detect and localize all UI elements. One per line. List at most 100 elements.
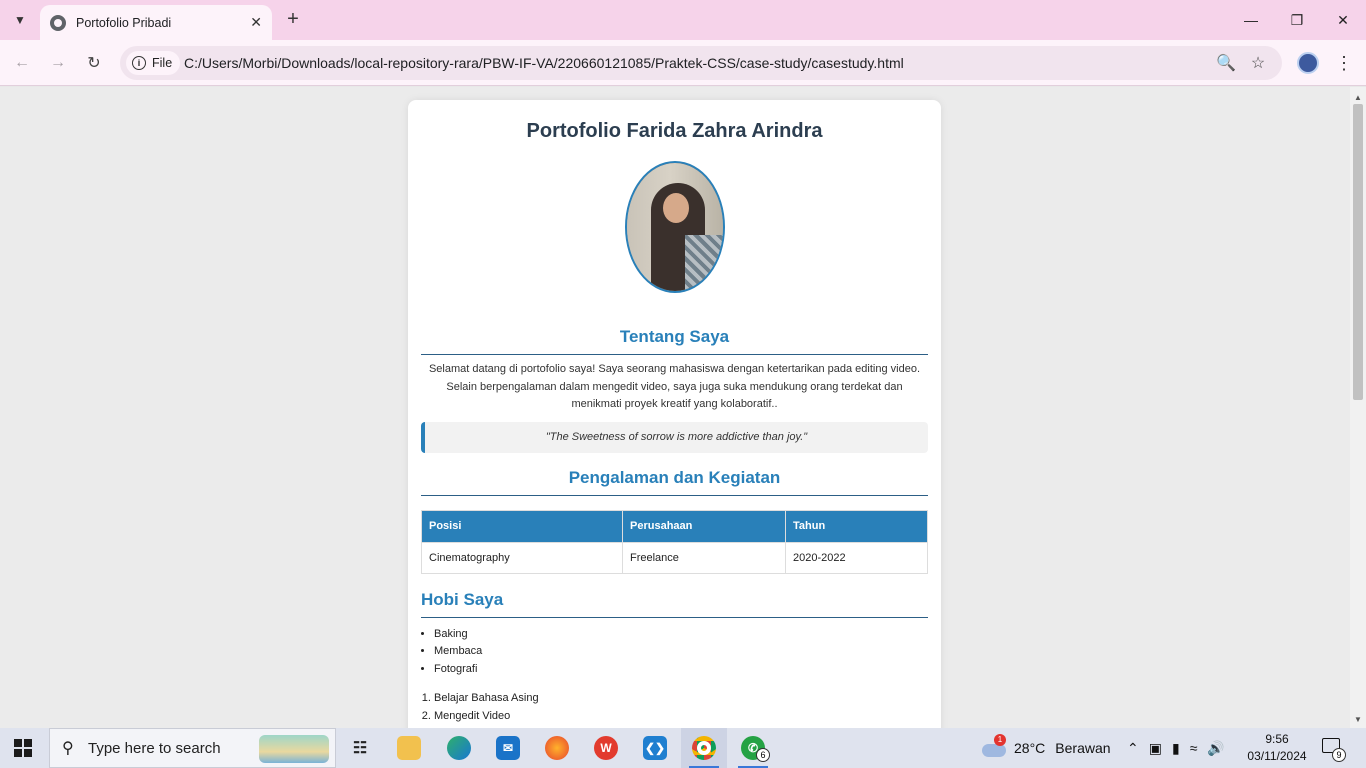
notification-button[interactable]: 9: [1322, 738, 1346, 762]
portfolio-card: Portofolio Farida Zahra Arindra Tentang …: [408, 100, 941, 728]
arrow-left-icon: ←: [14, 54, 30, 71]
info-icon: i: [132, 56, 146, 70]
arrow-right-icon: →: [50, 54, 66, 71]
table-header-row: Posisi Perusahaan Tahun: [421, 509, 928, 543]
meet-now-icon[interactable]: ▣: [1149, 740, 1162, 757]
edge-app[interactable]: [436, 728, 482, 768]
address-bar[interactable]: i File C:/Users/Morbi/Downloads/local-re…: [120, 46, 1282, 80]
restore-button[interactable]: ❐: [1274, 0, 1320, 40]
taskbar-search[interactable]: ⚲ Type here to search: [49, 728, 336, 768]
forward-button[interactable]: →: [45, 50, 71, 76]
edge-icon: [447, 736, 471, 760]
clock-time: 9:56: [1265, 732, 1289, 746]
reload-button[interactable]: ↻: [81, 50, 107, 76]
windows-taskbar: ⚲ Type here to search ☷ ✉ W ❮❯ ✆ 6 1 28°…: [0, 728, 1366, 768]
star-icon[interactable]: ☆: [1248, 53, 1268, 73]
tab-title: Portofolio Pribadi: [76, 15, 172, 30]
whatsapp-app[interactable]: ✆ 6: [730, 728, 776, 768]
tab-strip: ▼ Portofolio Pribadi ✕ + — ❐ ✕: [0, 0, 1366, 40]
vscode-icon: ❮❯: [643, 736, 667, 760]
about-text: Selamat datang di portofolio saya! Saya …: [428, 363, 921, 410]
system-tray: ⌃ ▣ ▮ ≈ 🔊: [1127, 728, 1225, 768]
taskbar-clock[interactable]: 9:56 03/11/2024: [1244, 731, 1310, 765]
wifi-icon[interactable]: ≈: [1190, 740, 1198, 756]
browser-tab[interactable]: Portofolio Pribadi ✕: [40, 5, 272, 40]
scrollbar-thumb[interactable]: [1353, 104, 1363, 400]
minimize-button[interactable]: —: [1228, 0, 1274, 40]
cell-tahun: 2020-2022: [785, 541, 928, 574]
list-item: Fotografi: [434, 661, 928, 679]
firefox-icon: [545, 736, 569, 760]
windows-start-icon[interactable]: [14, 739, 32, 757]
folder-icon: [397, 736, 421, 760]
search-highlight-image: [259, 735, 329, 763]
vertical-scrollbar[interactable]: ▲ ▼: [1350, 87, 1366, 728]
list-item: Mengedit Video: [434, 708, 928, 726]
task-view-icon: ☷: [352, 740, 368, 757]
quote-block: "The Sweetness of sorrow is more addicti…: [421, 421, 928, 453]
firefox-app[interactable]: [534, 728, 580, 768]
chrome-icon: [692, 736, 716, 760]
table-row: Cinematography Freelance 2020-2022: [421, 541, 928, 574]
list-item: Baking: [434, 626, 928, 644]
new-tab-button[interactable]: +: [282, 8, 304, 30]
menu-icon[interactable]: ⋮: [1334, 50, 1354, 76]
whatsapp-badge: 6: [756, 748, 770, 762]
column-header-tahun: Tahun: [785, 509, 928, 543]
site-info-label: File: [152, 56, 173, 70]
cell-posisi: Cinematography: [421, 541, 623, 574]
volume-icon[interactable]: 🔊: [1207, 740, 1224, 757]
back-button[interactable]: ←: [9, 50, 35, 76]
column-header-perusahaan: Perusahaan: [622, 509, 786, 543]
weather-label: Berawan: [1055, 740, 1111, 756]
zoom-icon[interactable]: 🔍: [1216, 53, 1236, 73]
wps-icon: W: [594, 736, 618, 760]
window-close-button[interactable]: ✕: [1320, 0, 1366, 40]
hobby-ordered-list: Belajar Bahasa Asing Mengedit Video: [434, 690, 928, 725]
close-icon: ✕: [1337, 11, 1349, 28]
search-icon: ⚲: [62, 740, 74, 757]
clock-date: 03/11/2024: [1247, 749, 1307, 763]
vscode-app[interactable]: ❮❯: [632, 728, 678, 768]
wps-office-app[interactable]: W: [583, 728, 629, 768]
chrome-app[interactable]: [681, 728, 727, 768]
hobby-list: Baking Membaca Fotografi: [434, 626, 928, 679]
page-viewport: Portofolio Farida Zahra Arindra Tentang …: [0, 87, 1366, 728]
close-icon[interactable]: ✕: [250, 14, 262, 31]
minimize-icon: —: [1244, 12, 1258, 28]
scroll-down-icon[interactable]: ▼: [1354, 715, 1362, 724]
list-item: Belajar Bahasa Asing: [434, 690, 928, 708]
chevron-down-icon: ▼: [14, 13, 26, 27]
search-placeholder: Type here to search: [88, 739, 221, 757]
mail-icon: ✉: [496, 736, 520, 760]
globe-icon: [50, 14, 66, 31]
tab-search-button[interactable]: ▼: [6, 6, 34, 34]
about-heading: Tentang Saya: [421, 327, 928, 355]
profile-avatar[interactable]: [1297, 52, 1319, 74]
notification-count: 9: [1332, 748, 1346, 762]
experience-table: Posisi Perusahaan Tahun Cinematography F…: [421, 509, 928, 574]
battery-icon[interactable]: ▮: [1172, 740, 1180, 757]
reload-icon: ↻: [87, 55, 101, 72]
cell-perusahaan: Freelance: [622, 541, 786, 574]
restore-icon: ❐: [1290, 11, 1304, 28]
scroll-up-icon[interactable]: ▲: [1354, 93, 1362, 102]
quote-text: "The Sweetness of sorrow is more addicti…: [545, 431, 808, 443]
chevron-up-icon[interactable]: ⌃: [1127, 740, 1139, 757]
hobbies-heading: Hobi Saya: [421, 590, 928, 618]
weather-badge: 1: [994, 734, 1006, 746]
weather-widget[interactable]: 1 28°C Berawan: [982, 728, 1111, 768]
site-info-chip[interactable]: i File: [126, 51, 181, 75]
page-title: Portofolio Farida Zahra Arindra: [526, 120, 823, 142]
url-text[interactable]: C:/Users/Morbi/Downloads/local-repositor…: [184, 55, 904, 71]
file-explorer-app[interactable]: [386, 728, 432, 768]
mail-app[interactable]: ✉: [485, 728, 531, 768]
task-view-button[interactable]: ☷: [337, 728, 383, 768]
temperature: 28°C: [1014, 740, 1046, 756]
list-item: Membaca: [434, 643, 928, 661]
profile-photo: [624, 161, 725, 293]
column-header-posisi: Posisi: [421, 509, 623, 543]
cloud-icon: 1: [982, 734, 1008, 758]
experience-heading: Pengalaman dan Kegiatan: [421, 468, 928, 496]
browser-toolbar: ← → ↻ i File C:/Users/Morbi/Downloads/lo…: [0, 40, 1366, 86]
